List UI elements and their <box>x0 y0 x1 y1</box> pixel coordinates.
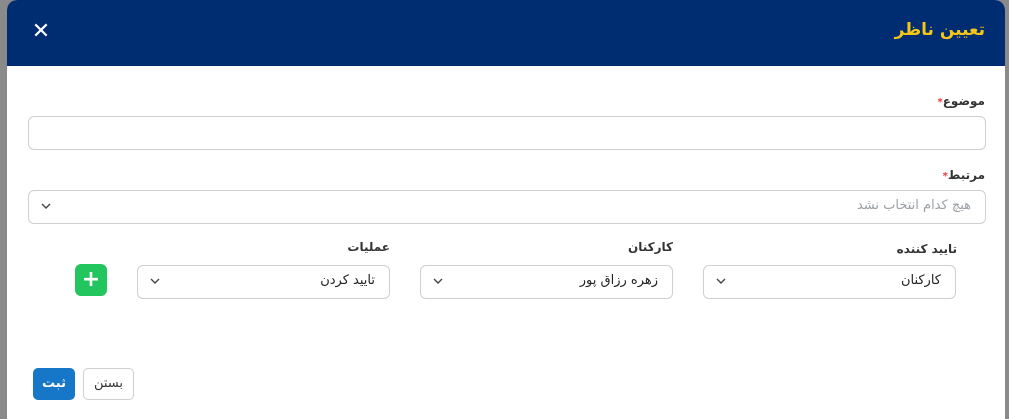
related-label-text: مرتبط <box>947 168 985 182</box>
staff-value: زهره رزاق پور <box>579 273 658 288</box>
staff-label: کارکنان <box>627 240 673 254</box>
assign-supervisor-modal: تعیین ناظر ✕ موضوع* مرتبط* هیچ کدام انتخ… <box>7 0 1005 419</box>
close-button[interactable]: بستن <box>83 368 134 400</box>
chevron-down-icon <box>433 278 443 284</box>
modal-title: تعیین ناظر <box>894 20 985 40</box>
subject-input[interactable] <box>28 116 986 150</box>
add-row-button[interactable]: + <box>75 264 107 296</box>
operations-label: عملیات <box>347 240 390 254</box>
operations-value: تایید کردن <box>320 273 375 288</box>
related-label: مرتبط* <box>939 168 985 182</box>
chevron-down-icon <box>150 278 160 284</box>
approver-label: تایید کننده <box>896 242 957 256</box>
submit-button[interactable]: ثبت <box>33 368 75 400</box>
related-placeholder: هیچ کدام انتخاب نشد <box>856 198 971 213</box>
chevron-down-icon <box>716 278 726 284</box>
chevron-down-icon <box>41 203 51 209</box>
operations-select[interactable]: تایید کردن <box>137 265 390 299</box>
related-select[interactable]: هیچ کدام انتخاب نشد <box>28 190 986 224</box>
staff-select[interactable]: زهره رزاق پور <box>420 265 673 299</box>
close-icon[interactable]: ✕ <box>29 20 53 44</box>
modal-header: تعیین ناظر ✕ <box>7 0 1005 66</box>
subject-label-text: موضوع <box>942 94 985 108</box>
subject-label: موضوع* <box>933 94 985 108</box>
approver-select[interactable]: کارکنان <box>703 265 956 299</box>
approver-value: کارکنان <box>900 273 941 288</box>
